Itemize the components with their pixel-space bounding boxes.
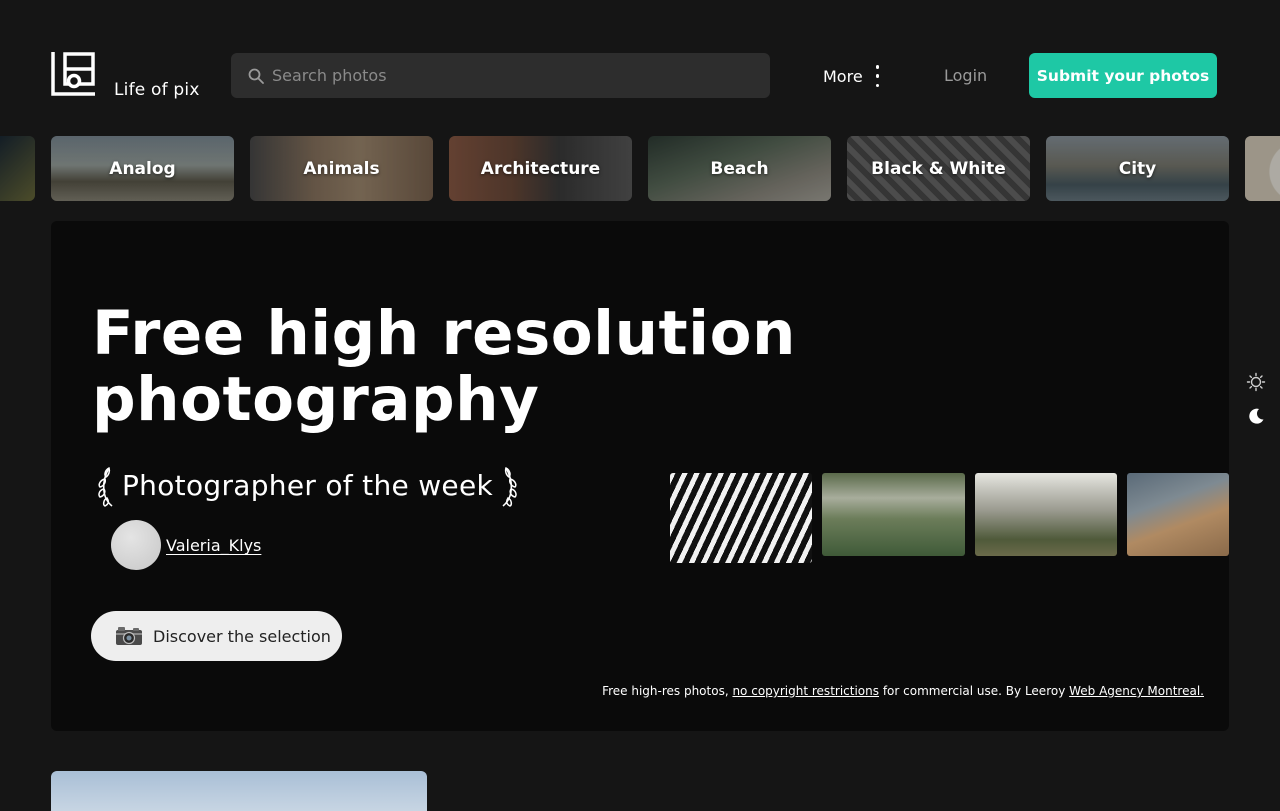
login-link[interactable]: Login xyxy=(944,66,987,85)
submit-photos-button[interactable]: Submit your photos xyxy=(1029,53,1217,98)
discover-selection-label: Discover the selection xyxy=(153,626,331,646)
no-copyright-link[interactable]: no copyright restrictions xyxy=(732,684,879,698)
category-partial-left[interactable] xyxy=(0,136,35,201)
category-label: City xyxy=(1118,158,1157,179)
category-partial-right[interactable] xyxy=(1245,136,1280,201)
photographer-of-week-heading: Photographer of the week xyxy=(96,462,519,508)
more-label: More xyxy=(823,66,863,86)
photographer-thumbnails xyxy=(670,473,1229,563)
page-title: Free high resolution photography xyxy=(92,298,796,435)
theme-toggle xyxy=(1246,372,1268,428)
moon-icon[interactable] xyxy=(1246,406,1266,426)
search-icon xyxy=(248,68,264,84)
logo-text: Life of pix xyxy=(114,80,200,100)
photographer-of-week-label: Photographer of the week xyxy=(122,468,493,502)
category-label: Architecture xyxy=(480,158,601,179)
category-strip: Analog Animals Architecture Beach Black … xyxy=(0,136,1280,201)
category-label: Beach xyxy=(710,158,769,179)
category-animals[interactable]: Animals xyxy=(250,136,433,201)
life-of-pix-logo-icon xyxy=(51,52,95,96)
category-analog[interactable]: Analog xyxy=(51,136,234,201)
avatar[interactable] xyxy=(111,520,161,570)
footer-text: for commercial use. By Leeroy xyxy=(879,684,1070,698)
photographer-link[interactable]: Valeria_Klys xyxy=(166,536,261,555)
category-architecture[interactable]: Architecture xyxy=(449,136,632,201)
sun-icon[interactable] xyxy=(1246,372,1266,392)
footer-text: Free high-res photos, xyxy=(602,684,733,698)
photo-card[interactable] xyxy=(51,771,427,811)
search-input[interactable] xyxy=(272,53,752,98)
more-menu-button[interactable]: More xyxy=(823,64,881,88)
category-label: Black & White xyxy=(871,158,1006,179)
thumbnail-photo[interactable] xyxy=(670,473,812,563)
category-beach[interactable]: Beach xyxy=(648,136,831,201)
category-city[interactable]: City xyxy=(1046,136,1229,201)
discover-selection-button[interactable]: Discover the selection xyxy=(91,611,342,661)
logo-link[interactable]: Life of pix xyxy=(51,52,201,102)
vertical-dots-icon xyxy=(875,65,881,87)
thumbnail-photo[interactable] xyxy=(975,473,1117,556)
thumbnail-photo[interactable] xyxy=(1127,473,1229,556)
laurel-left-icon xyxy=(98,466,113,507)
search-bar xyxy=(231,53,770,98)
category-label: Animals xyxy=(303,158,380,179)
category-label: Analog xyxy=(109,158,176,179)
laurel-right-icon xyxy=(502,466,517,507)
hero-footer-note: Free high-res photos, no copyright restr… xyxy=(602,684,1204,698)
site-header: Life of pix More Login Submit your photo… xyxy=(0,0,1280,136)
thumbnail-photo[interactable] xyxy=(822,473,965,556)
web-agency-link[interactable]: Web Agency Montreal. xyxy=(1069,684,1204,698)
hero-section: Free high resolution photography Photogr… xyxy=(51,221,1229,731)
camera-icon xyxy=(116,627,142,645)
category-black-white[interactable]: Black & White xyxy=(847,136,1030,201)
